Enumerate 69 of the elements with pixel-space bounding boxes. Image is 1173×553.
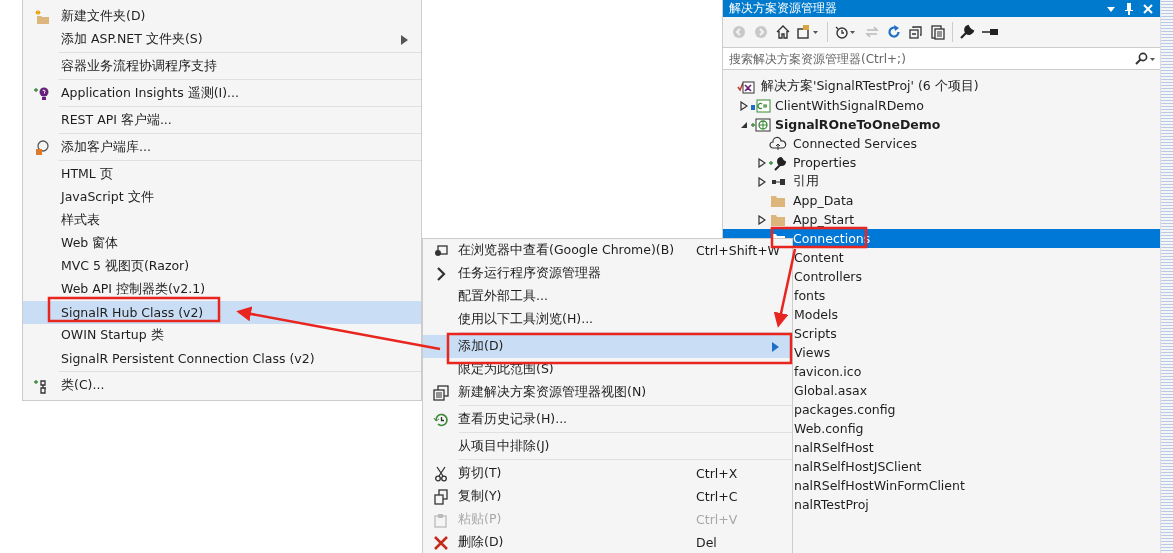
new-view-icon — [432, 384, 449, 401]
clipboard-icon — [432, 511, 449, 528]
menu-item[interactable]: 使用以下工具浏览(H)... — [423, 308, 792, 331]
menu-item[interactable]: SignalR Hub Class (v2) — [23, 301, 421, 324]
menu-item[interactable]: MVC 5 视图页(Razor) — [23, 255, 421, 278]
show-all-files-icon[interactable] — [930, 24, 946, 40]
menu-item[interactable]: 任务运行程序资源管理器 — [423, 262, 792, 285]
menu-item[interactable]: 配置外部工具... — [423, 285, 792, 308]
menu-item[interactable]: 类(C)... — [23, 374, 421, 397]
menu-item[interactable]: HTML 页 — [23, 163, 421, 186]
menu-item[interactable]: 样式表 — [23, 209, 421, 232]
solution-icon — [737, 78, 757, 95]
menu-item[interactable]: 添加客户端库... — [23, 136, 421, 159]
collapsed-arrow-icon[interactable] — [740, 100, 748, 111]
switch-views-icon[interactable] — [797, 24, 821, 40]
menu-item[interactable]: 添加 ASP.NET 文件夹(S) — [23, 28, 421, 51]
menu-item[interactable]: 查看历史记录(H)... — [423, 408, 792, 431]
menu-item[interactable]: OWIN Startup 类 — [23, 324, 421, 347]
tree-item[interactable]: SignalROneToOneDemo — [723, 115, 1160, 134]
csharp-project-icon — [751, 97, 771, 114]
tree-item[interactable]: 解决方案'SignalRTestProj' (6 个项目) — [723, 77, 1160, 96]
delete-icon — [432, 534, 449, 551]
copy-icon — [432, 488, 449, 505]
close-icon[interactable] — [1142, 2, 1154, 15]
menu-item[interactable]: Web API 控制器类(v2.1) — [23, 278, 421, 301]
search-field[interactable]: 搜索解决方案资源管理器(Ctrl+;) — [723, 47, 1160, 70]
tree-item[interactable]: ClientWithSignalRDemo — [723, 96, 1160, 115]
tree-item[interactable]: 引用 — [723, 172, 1160, 191]
collapse-all-icon[interactable] — [908, 24, 924, 40]
menu-item[interactable]: JavaScript 文件 — [23, 186, 421, 209]
collapsed-arrow-icon[interactable] — [758, 176, 766, 187]
history-icon — [432, 411, 449, 428]
submenu-arrow-icon — [772, 341, 779, 352]
menu-item[interactable]: 从项目中排除(J) — [423, 435, 792, 458]
menu-item[interactable]: 容器业务流程协调程序支持 — [23, 55, 421, 78]
search-icon[interactable] — [1134, 51, 1156, 66]
menu-item[interactable]: Application Insights 遥测(I)... — [23, 82, 421, 105]
search-input[interactable]: 搜索解决方案资源管理器(Ctrl+;) — [727, 50, 1134, 67]
clock-icon[interactable] — [834, 24, 858, 40]
pin-icon[interactable] — [1124, 1, 1134, 16]
browser-icon — [432, 242, 449, 259]
menu-item[interactable]: REST API 客户端... — [23, 109, 421, 132]
refresh-icon[interactable] — [886, 24, 902, 40]
menu-item[interactable]: 添加(D) — [423, 335, 792, 358]
collapsed-arrow-icon[interactable] — [758, 157, 766, 168]
wrench-icon[interactable] — [959, 24, 975, 40]
cloud-icon — [769, 135, 787, 152]
menu-item[interactable]: SignalR Persistent Connection Class (v2) — [23, 347, 421, 370]
menu-item[interactable]: 新建文件夹(D) — [23, 5, 421, 28]
tree-item[interactable]: App_Data — [723, 191, 1160, 210]
menu-item[interactable]: 剪切(T) Ctrl+X — [423, 462, 792, 485]
menu-item[interactable]: Web 窗体 — [23, 232, 421, 255]
home-icon[interactable] — [775, 24, 791, 40]
wrench-icon — [769, 154, 787, 171]
scissors-icon — [432, 465, 449, 482]
tree-item[interactable]: App_Start — [723, 210, 1160, 229]
expanded-arrow-icon[interactable] — [740, 120, 748, 129]
tree-item[interactable]: Properties — [723, 153, 1160, 172]
library-icon — [34, 139, 50, 156]
panel-title: 解决方案资源管理器 — [729, 0, 837, 17]
lightbulb-icon — [34, 85, 50, 102]
new-folder-icon — [34, 8, 50, 25]
menu-item[interactable]: 复制(Y) Ctrl+C — [423, 485, 792, 508]
submenu-arrow-icon — [401, 34, 408, 45]
collapsed-arrow-icon[interactable] — [758, 214, 766, 225]
web-project-icon — [751, 116, 771, 133]
menu-item[interactable]: 新建解决方案资源管理器视图(N) — [423, 381, 792, 404]
tree-item[interactable]: Connected Services — [723, 134, 1160, 153]
menu-item[interactable]: 删除(D) Del — [423, 531, 792, 553]
